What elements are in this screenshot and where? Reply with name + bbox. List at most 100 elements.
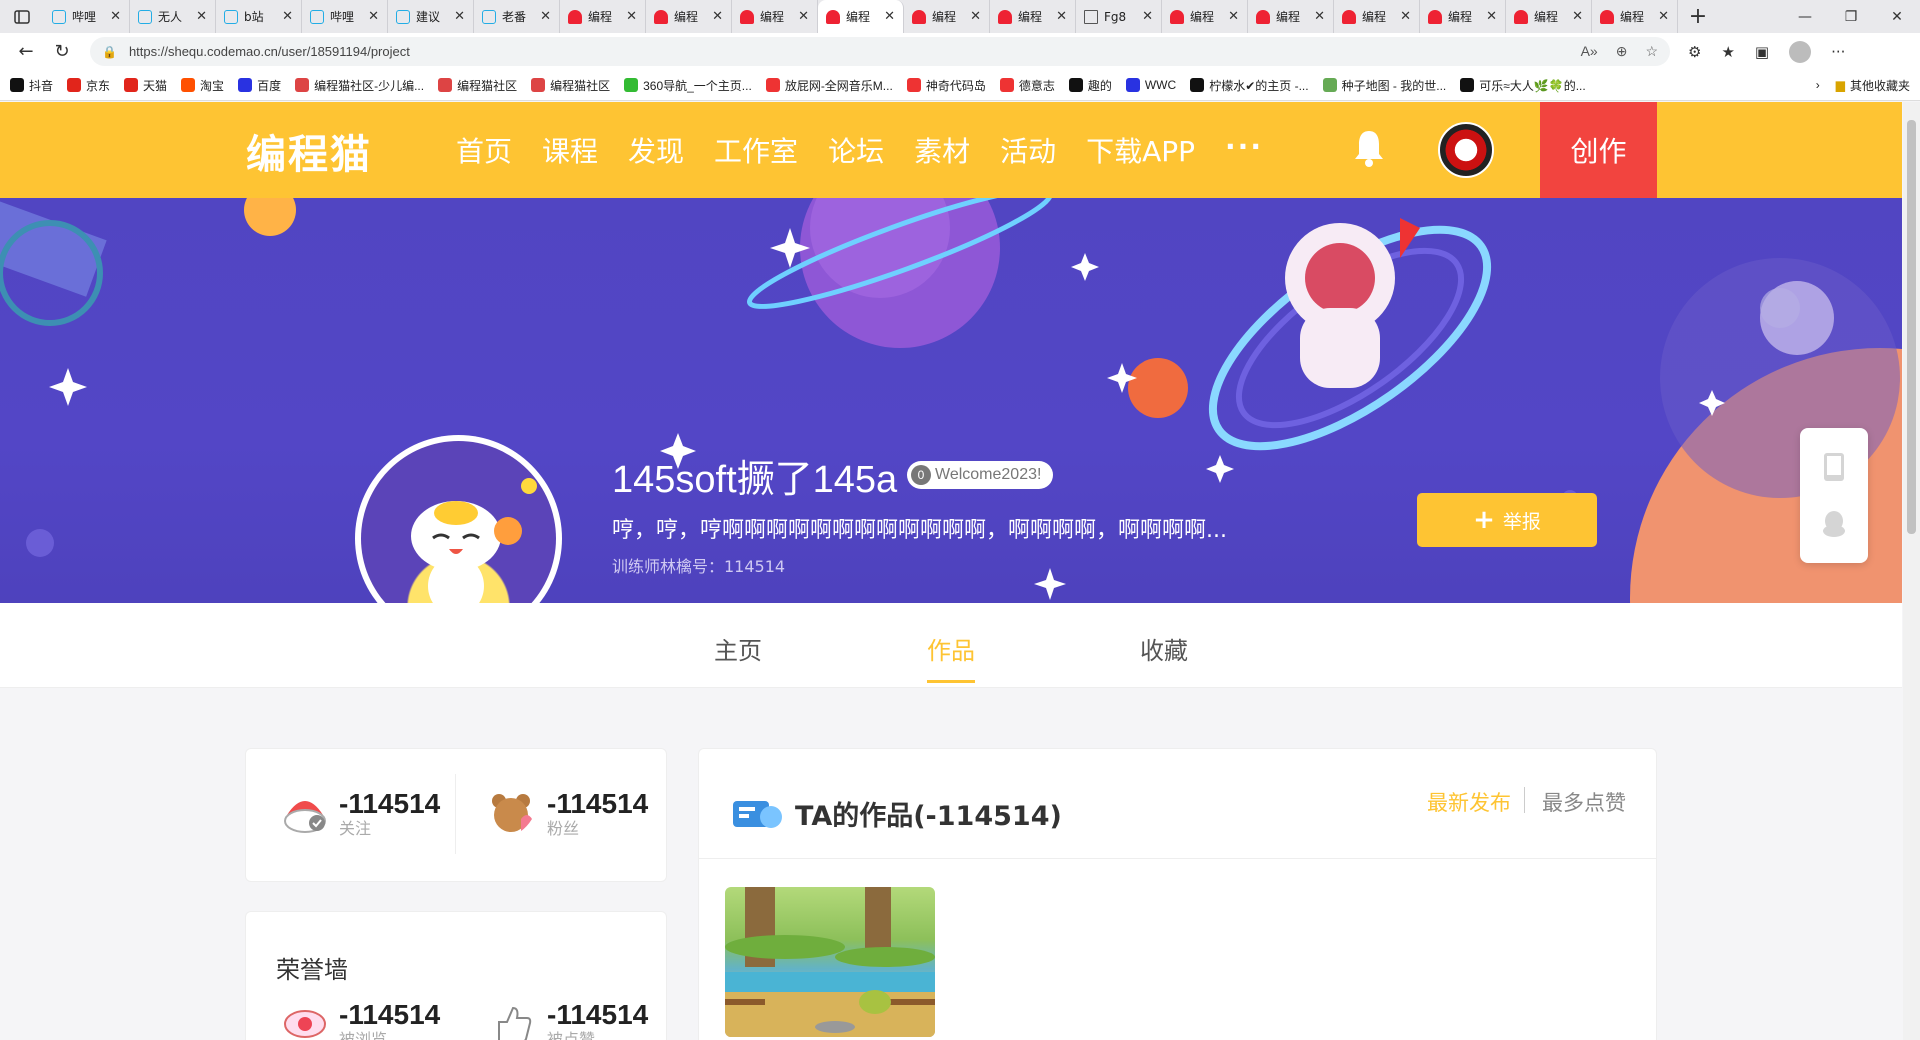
sort-most-liked[interactable]: 最多点赞 bbox=[1542, 787, 1626, 817]
browser-tab[interactable]: 编程 ✕ bbox=[1248, 0, 1334, 33]
tab-actions-icon[interactable] bbox=[0, 0, 44, 33]
zoom-icon[interactable]: ⊕ bbox=[1616, 43, 1628, 60]
browser-tab[interactable]: b站 ✕ bbox=[216, 0, 302, 33]
bookmark-item[interactable]: 360导航_一个主页... bbox=[624, 77, 752, 94]
report-button[interactable]: + 举报 bbox=[1417, 493, 1597, 547]
tab-close-icon[interactable]: ✕ bbox=[1142, 9, 1153, 24]
tab-close-icon[interactable]: ✕ bbox=[1228, 9, 1239, 24]
bookmark-item[interactable]: 淘宝 bbox=[181, 77, 224, 94]
browser-tab[interactable]: 编程 ✕ bbox=[1334, 0, 1420, 33]
nav-more-button[interactable]: ··· bbox=[1225, 130, 1263, 170]
browser-tab[interactable]: 编程 ✕ bbox=[818, 0, 904, 33]
menu-icon[interactable]: ··· bbox=[1831, 43, 1845, 61]
tab-close-icon[interactable]: ✕ bbox=[1486, 9, 1497, 24]
browser-tab[interactable]: 编程 ✕ bbox=[732, 0, 818, 33]
bookmark-item[interactable]: 抖音 bbox=[10, 77, 53, 94]
bookmark-item[interactable]: 编程猫社区 bbox=[531, 77, 610, 94]
browser-tab[interactable]: 编程 ✕ bbox=[1420, 0, 1506, 33]
bookmark-item[interactable]: 趣的 bbox=[1068, 77, 1112, 94]
tab-close-icon[interactable]: ✕ bbox=[712, 9, 723, 24]
extensions-icon[interactable]: ⚙ bbox=[1688, 43, 1701, 61]
tab-favorites[interactable]: 收藏 bbox=[1140, 631, 1188, 666]
browser-tab[interactable]: 编程 ✕ bbox=[1592, 0, 1678, 33]
nav-discover[interactable]: 发现 bbox=[628, 130, 684, 170]
favorite-star-icon[interactable]: ☆ bbox=[1645, 43, 1658, 60]
fans-stat[interactable]: -114514 粉丝 bbox=[489, 789, 648, 839]
site-logo[interactable]: 编程猫 bbox=[246, 122, 372, 180]
nav-forum[interactable]: 论坛 bbox=[828, 130, 884, 170]
browser-tab[interactable]: 哔哩 ✕ bbox=[44, 0, 130, 33]
welcome-badge[interactable]: 0 Welcome2023! bbox=[907, 461, 1054, 489]
bookmarks-overflow-icon[interactable]: › bbox=[1816, 78, 1820, 92]
nav-home[interactable]: 首页 bbox=[456, 130, 512, 170]
tab-close-icon[interactable]: ✕ bbox=[110, 9, 121, 24]
bookmark-item[interactable]: 天猫 bbox=[124, 77, 167, 94]
read-aloud-icon[interactable]: A» bbox=[1581, 43, 1598, 60]
bookmark-item[interactable]: 可乐≈大人🌿🍀的... bbox=[1460, 77, 1586, 94]
tab-close-icon[interactable]: ✕ bbox=[368, 9, 379, 24]
favorites-icon[interactable]: ★ bbox=[1721, 43, 1734, 61]
minimize-button[interactable]: — bbox=[1782, 0, 1828, 33]
browser-tab[interactable]: 建议 ✕ bbox=[388, 0, 474, 33]
tab-close-icon[interactable]: ✕ bbox=[282, 9, 293, 24]
work-thumbnail[interactable] bbox=[725, 887, 935, 1037]
nav-materials[interactable]: 素材 bbox=[914, 130, 970, 170]
profile-avatar-icon[interactable] bbox=[1789, 40, 1812, 63]
tab-home[interactable]: 主页 bbox=[714, 631, 762, 666]
qq-penguin-icon[interactable] bbox=[1821, 509, 1847, 539]
bookmark-item[interactable]: 编程猫社区 bbox=[438, 77, 517, 94]
mobile-phone-icon[interactable] bbox=[1821, 452, 1847, 482]
tab-close-icon[interactable]: ✕ bbox=[970, 9, 981, 24]
tab-close-icon[interactable]: ✕ bbox=[798, 9, 809, 24]
back-button[interactable]: ← bbox=[8, 37, 44, 67]
nav-events[interactable]: 活动 bbox=[1000, 130, 1056, 170]
bookmark-item[interactable]: 种子地图 - 我的世... bbox=[1322, 77, 1446, 94]
tab-close-icon[interactable]: ✕ bbox=[1572, 9, 1583, 24]
page-scrollbar[interactable] bbox=[1903, 102, 1920, 1040]
nav-download-app[interactable]: 下载APP bbox=[1086, 130, 1195, 170]
bell-icon[interactable] bbox=[1352, 128, 1386, 168]
sort-latest[interactable]: 最新发布 bbox=[1427, 787, 1511, 817]
tab-close-icon[interactable]: ✕ bbox=[626, 9, 637, 24]
browser-tab[interactable]: 编程 ✕ bbox=[1506, 0, 1592, 33]
browser-tab[interactable]: 哔哩 ✕ bbox=[302, 0, 388, 33]
browser-tab[interactable]: 老番 ✕ bbox=[474, 0, 560, 33]
url-field[interactable]: 🔒 https://shequ.codemao.cn/user/18591194… bbox=[90, 37, 1670, 66]
tab-close-icon[interactable]: ✕ bbox=[540, 9, 551, 24]
tab-close-icon[interactable]: ✕ bbox=[454, 9, 465, 24]
bookmark-item[interactable]: 百度 bbox=[238, 77, 281, 94]
tab-close-icon[interactable]: ✕ bbox=[1400, 9, 1411, 24]
browser-tab[interactable]: 编程 ✕ bbox=[1162, 0, 1248, 33]
other-bookmarks-folder[interactable]: ▆ 其他收藏夹 bbox=[1836, 77, 1910, 94]
tab-works[interactable]: 作品 bbox=[927, 631, 975, 683]
bookmark-item[interactable]: 京东 bbox=[67, 77, 110, 94]
close-window-button[interactable]: ✕ bbox=[1874, 0, 1920, 33]
collections-icon[interactable]: ▣ bbox=[1755, 43, 1769, 61]
bookmark-item[interactable]: 德意志 bbox=[999, 77, 1055, 94]
browser-tab[interactable]: 编程 ✕ bbox=[904, 0, 990, 33]
nav-studio[interactable]: 工作室 bbox=[714, 130, 798, 170]
browser-tab[interactable]: 编程 ✕ bbox=[646, 0, 732, 33]
bookmark-item[interactable]: WWC bbox=[1125, 77, 1176, 94]
tab-close-icon[interactable]: ✕ bbox=[1314, 9, 1325, 24]
following-stat[interactable]: -114514 关注 bbox=[281, 789, 440, 839]
new-tab-button[interactable]: + bbox=[1678, 0, 1718, 33]
scrollbar-thumb[interactable] bbox=[1907, 120, 1916, 534]
user-avatar[interactable] bbox=[1438, 122, 1494, 178]
tab-close-icon[interactable]: ✕ bbox=[1658, 9, 1669, 24]
browser-tab[interactable]: 无人 ✕ bbox=[130, 0, 216, 33]
refresh-button[interactable]: ↻ bbox=[44, 37, 80, 67]
browser-tab[interactable]: Fg8 ✕ bbox=[1076, 0, 1162, 33]
bookmark-item[interactable]: 神奇代码岛 bbox=[906, 77, 986, 94]
bookmark-item[interactable]: 编程猫社区-少儿编... bbox=[295, 77, 424, 94]
nav-courses[interactable]: 课程 bbox=[542, 130, 598, 170]
create-button[interactable]: 创作 bbox=[1540, 102, 1657, 198]
tab-close-icon[interactable]: ✕ bbox=[884, 9, 895, 24]
restore-button[interactable]: ❐ bbox=[1828, 0, 1874, 33]
bookmark-item[interactable]: 柠檬水✔的主页 -... bbox=[1190, 77, 1309, 94]
browser-tab[interactable]: 编程 ✕ bbox=[560, 0, 646, 33]
tab-close-icon[interactable]: ✕ bbox=[1056, 9, 1067, 24]
tab-close-icon[interactable]: ✕ bbox=[196, 9, 207, 24]
bookmark-item[interactable]: 放屁网-全网音乐M... bbox=[765, 77, 893, 94]
browser-tab[interactable]: 编程 ✕ bbox=[990, 0, 1076, 33]
